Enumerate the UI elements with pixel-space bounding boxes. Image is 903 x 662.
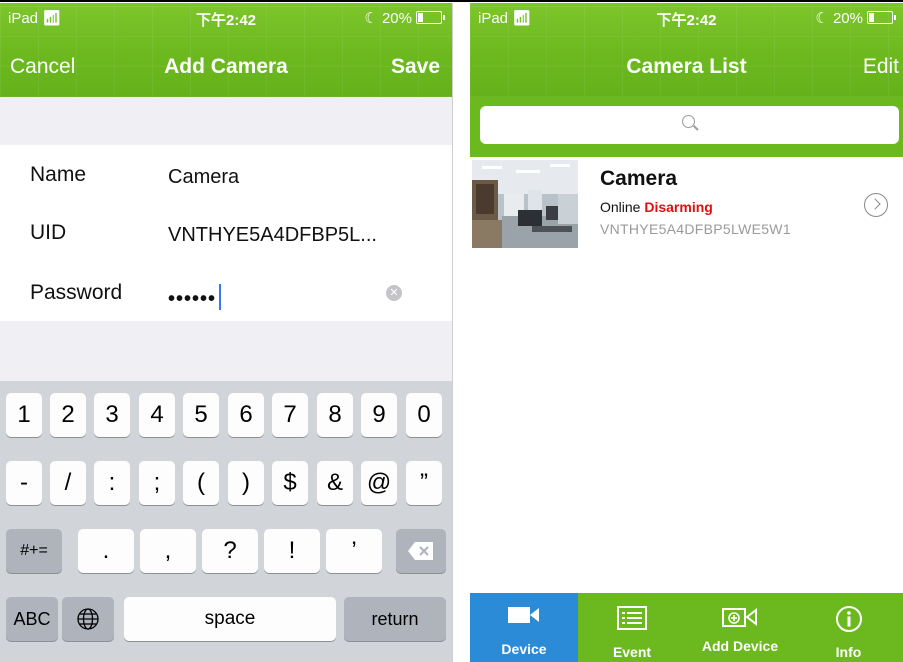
- camera-list-item[interactable]: Camera Online Disarming VNTHYE5A4DFBP5LW…: [470, 157, 903, 253]
- key[interactable]: 7: [272, 393, 308, 437]
- key[interactable]: ): [228, 461, 264, 505]
- battery-icon: [416, 11, 445, 24]
- camera-name: Camera: [600, 167, 678, 190]
- name-field[interactable]: Camera: [168, 166, 239, 189]
- key[interactable]: :: [94, 461, 130, 505]
- status-battery: ☾ 20%: [815, 9, 896, 27]
- key[interactable]: ?: [202, 529, 258, 573]
- key[interactable]: ;: [139, 461, 175, 505]
- key[interactable]: &: [317, 461, 353, 505]
- status-battery: ☾ 20%: [364, 9, 445, 27]
- form-spacer-bottom: [0, 321, 452, 381]
- key[interactable]: @: [361, 461, 397, 505]
- top-border: [0, 0, 903, 2]
- abc-key[interactable]: ABC: [6, 597, 58, 641]
- globe-icon: [77, 608, 99, 630]
- arm-state: Disarming: [644, 199, 713, 215]
- video-camera-icon: [506, 605, 542, 630]
- tab-bar: Device Event Add Device Info: [470, 593, 903, 662]
- tab-label: Event: [612, 644, 652, 660]
- tab-label: Add Device: [701, 638, 779, 654]
- list-icon: [616, 605, 648, 636]
- space-key[interactable]: space: [124, 597, 336, 641]
- search-bar: [470, 97, 903, 157]
- page-title: Add Camera: [164, 55, 288, 78]
- key[interactable]: 2: [50, 393, 86, 437]
- uid-label: UID: [30, 221, 67, 244]
- key[interactable]: ”: [406, 461, 442, 505]
- symbols-key[interactable]: #+=: [6, 529, 62, 573]
- camera-status: Online Disarming: [600, 199, 713, 215]
- moon-icon: ☾: [364, 10, 378, 27]
- add-camera-icon: [721, 605, 759, 634]
- camera-uid: VNTHYE5A4DFBP5LWE5W1: [600, 221, 791, 237]
- name-row[interactable]: Name Camera: [0, 145, 452, 203]
- nav-bar: Cancel Add Camera Save: [0, 53, 452, 89]
- return-key[interactable]: return: [344, 597, 446, 641]
- password-field[interactable]: ••••••: [168, 284, 222, 311]
- key[interactable]: 8: [317, 393, 353, 437]
- camera-thumbnail: [472, 160, 578, 248]
- key[interactable]: 1: [6, 393, 42, 437]
- key[interactable]: !: [264, 529, 320, 573]
- key[interactable]: $: [272, 461, 308, 505]
- key[interactable]: -: [6, 461, 42, 505]
- key[interactable]: 5: [183, 393, 219, 437]
- uid-row[interactable]: UID VNTHYE5A4DFBP5L...: [0, 203, 452, 261]
- keyboard: 1 2 3 4 5 6 7 8 9 0 - / : ; ( ) $ & @ ” …: [0, 381, 452, 662]
- password-row[interactable]: Password •••••• ✕: [0, 263, 452, 321]
- key[interactable]: 3: [94, 393, 130, 437]
- header: iPad 📶︎ 下午2:42 ☾ 20% Camera List Edit: [470, 3, 903, 97]
- tab-label: Info: [835, 644, 862, 660]
- moon-icon: ☾: [815, 10, 829, 27]
- tab-info[interactable]: Info: [794, 593, 903, 662]
- battery-icon: [867, 11, 896, 24]
- edit-button[interactable]: Edit: [863, 55, 899, 79]
- header: iPad 📶︎ 下午2:42 ☾ 20% Cancel Add Camera S…: [0, 3, 452, 97]
- camera-list-screen: iPad 📶︎ 下午2:42 ☾ 20% Camera List Edit Ca…: [470, 3, 903, 662]
- globe-key[interactable]: [62, 597, 114, 641]
- search-input[interactable]: [480, 106, 899, 144]
- key[interactable]: 6: [228, 393, 264, 437]
- name-label: Name: [30, 163, 87, 186]
- key[interactable]: /: [50, 461, 86, 505]
- key[interactable]: 9: [361, 393, 397, 437]
- backspace-icon: [408, 542, 433, 560]
- text-caret: [219, 284, 222, 310]
- uid-field[interactable]: VNTHYE5A4DFBP5L...: [168, 224, 377, 247]
- key[interactable]: (: [183, 461, 219, 505]
- key[interactable]: ’: [326, 529, 382, 573]
- password-label: Password: [30, 281, 123, 304]
- nav-bar: Camera List Edit: [470, 53, 903, 89]
- chevron-right-icon[interactable]: [864, 193, 888, 217]
- tab-add-device[interactable]: Add Device: [686, 593, 794, 662]
- key[interactable]: 0: [406, 393, 442, 437]
- save-button[interactable]: Save: [391, 55, 440, 79]
- status-bar: iPad 📶︎ 下午2:42 ☾ 20%: [0, 9, 452, 31]
- tab-device[interactable]: Device: [470, 593, 578, 662]
- tab-event[interactable]: Event: [578, 593, 686, 662]
- add-camera-screen: iPad 📶︎ 下午2:42 ☾ 20% Cancel Add Camera S…: [0, 3, 453, 662]
- page-title: Camera List: [626, 55, 747, 78]
- key[interactable]: ,: [140, 529, 196, 573]
- backspace-key[interactable]: [396, 529, 446, 573]
- search-icon: [681, 115, 695, 128]
- camera-form: Name Camera UID VNTHYE5A4DFBP5L... Passw…: [0, 145, 452, 321]
- form-spacer: [0, 97, 452, 145]
- key[interactable]: .: [78, 529, 134, 573]
- status-bar: iPad 📶︎ 下午2:42 ☾ 20%: [470, 9, 903, 31]
- tab-label: Device: [501, 641, 547, 657]
- clear-icon[interactable]: ✕: [386, 285, 402, 301]
- info-icon: [835, 605, 863, 638]
- key[interactable]: 4: [139, 393, 175, 437]
